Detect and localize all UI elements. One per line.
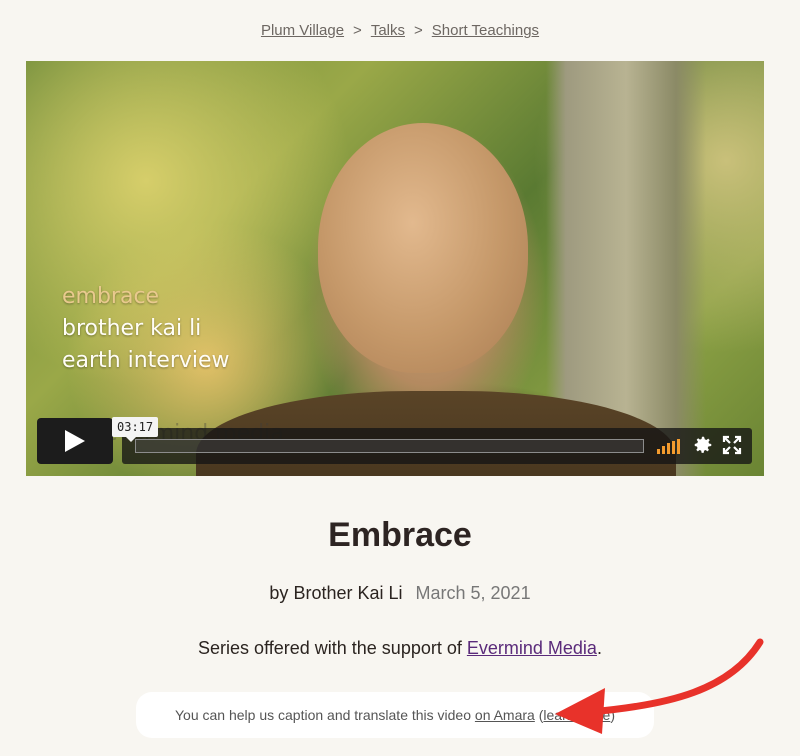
breadcrumb-separator: > — [414, 22, 423, 39]
play-icon — [65, 430, 85, 452]
overlay-line-speaker: brother kai li — [62, 316, 202, 341]
settings-gear-icon[interactable] — [692, 434, 714, 456]
time-tooltip: 03:17 — [112, 417, 159, 442]
breadcrumb-link-talks[interactable]: Talks — [371, 22, 405, 39]
amara-link[interactable]: on Amara — [475, 707, 535, 723]
byline: by Brother Kai Li March 5, 2021 — [0, 583, 800, 604]
video-title-overlay: embrace brother kai li earth interview — [62, 281, 230, 377]
red-arrow-annotation — [555, 638, 764, 734]
overlay-line-series: earth interview — [62, 348, 230, 373]
volume-icon[interactable] — [657, 438, 687, 454]
author-name: Brother Kai Li — [293, 583, 403, 603]
page-title: Embrace — [328, 516, 472, 554]
amara-text: You can help us caption and translate th… — [174, 707, 472, 723]
progress-scrubber[interactable] — [135, 439, 644, 453]
video-control-bar — [122, 428, 752, 464]
fullscreen-icon[interactable] — [722, 435, 742, 455]
play-button[interactable] — [37, 418, 113, 464]
publish-date: March 5, 2021 — [415, 583, 531, 603]
breadcrumb-separator: > — [353, 22, 362, 39]
byline-prefix: by — [269, 583, 289, 603]
breadcrumb-link-plum-village[interactable]: Plum Village — [261, 22, 344, 39]
video-player[interactable]: embrace brother kai li earth interview e… — [26, 61, 764, 476]
overlay-line-embrace: embrace — [62, 284, 160, 309]
video-frame-subject — [318, 123, 528, 373]
support-prefix: Series offered with the support of — [198, 638, 462, 658]
breadcrumb-link-short-teachings[interactable]: Short Teachings — [432, 22, 539, 39]
breadcrumb: Plum Village > Talks > Short Teachings — [0, 22, 800, 39]
